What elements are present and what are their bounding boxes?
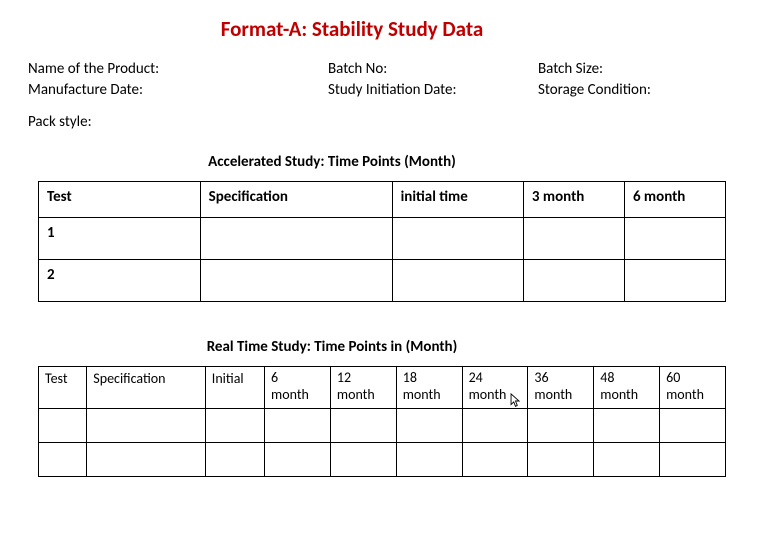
col-header-num: 6 — [271, 370, 324, 387]
cell-36month — [528, 443, 594, 477]
pack-style-label: Pack style: — [28, 113, 736, 131]
col-header-unit: month — [337, 387, 390, 404]
col-header-test: Test — [39, 367, 87, 409]
cell-48month — [594, 409, 660, 443]
accelerated-study-table: Test Specification initial time 3 month … — [38, 181, 726, 302]
cell-spec — [200, 260, 392, 302]
col-header-60month: 60 month — [660, 367, 726, 409]
cell-60month — [660, 443, 726, 477]
col-header-unit: month — [469, 387, 522, 404]
accel-section-title: Accelerated Study: Time Points (Month) — [128, 153, 536, 171]
product-label: Name of the Product: — [28, 60, 328, 78]
col-header-spec: Specification — [200, 182, 392, 218]
col-header-unit: month — [271, 387, 324, 404]
col-header-num: 12 — [337, 370, 390, 387]
col-header-initial: initial time — [392, 182, 523, 218]
col-header-6month: 6 month — [265, 367, 331, 409]
col-header-initial: Initial — [205, 367, 264, 409]
study-init-label: Study Initiation Date: — [328, 81, 538, 99]
col-header-12month: 12 month — [330, 367, 396, 409]
table-header-row: Test Specification Initial 6 month 12 mo… — [39, 367, 726, 409]
col-header-unit: month — [600, 387, 653, 404]
cell-initial — [205, 409, 264, 443]
col-header-test: Test — [39, 182, 201, 218]
mfg-date-label: Manufacture Date: — [28, 81, 328, 99]
col-header-num: 36 — [534, 370, 587, 387]
col-header-num: 18 — [403, 370, 456, 387]
cell-test: 1 — [39, 218, 201, 260]
cell-spec — [200, 218, 392, 260]
cell-test — [39, 409, 87, 443]
cell-initial — [205, 443, 264, 477]
batch-size-label: Batch Size: — [538, 60, 736, 78]
cell-6month — [624, 218, 725, 260]
cell-3month — [523, 260, 624, 302]
cell-test — [39, 443, 87, 477]
cell-spec — [87, 443, 206, 477]
col-header-num: 24 — [469, 370, 522, 387]
cell-24month — [462, 409, 528, 443]
col-header-48month: 48 month — [594, 367, 660, 409]
cell-18month — [396, 443, 462, 477]
col-header-18month: 18 month — [396, 367, 462, 409]
col-header-36month: 36 month — [528, 367, 594, 409]
table-header-row: Test Specification initial time 3 month … — [39, 182, 726, 218]
table-row: 2 — [39, 260, 726, 302]
meta-row-2: Manufacture Date: Study Initiation Date:… — [28, 81, 736, 99]
col-header-unit: month — [403, 387, 456, 404]
col-header-spec: Specification — [87, 367, 206, 409]
cell-6month — [624, 260, 725, 302]
cell-36month — [528, 409, 594, 443]
cell-test: 2 — [39, 260, 201, 302]
col-header-unit: month — [666, 387, 719, 404]
cell-spec — [87, 409, 206, 443]
table-row: 1 — [39, 218, 726, 260]
col-header-6month: 6 month — [624, 182, 725, 218]
storage-label: Storage Condition: — [538, 81, 736, 99]
realtime-section-title: Real Time Study: Time Points in (Month) — [128, 338, 536, 356]
col-header-unit: month — [534, 387, 587, 404]
meta-section: Name of the Product: Batch No: Batch Siz… — [28, 60, 736, 99]
col-header-num: 48 — [600, 370, 653, 387]
cell-initial — [392, 218, 523, 260]
realtime-study-table: Test Specification Initial 6 month 12 mo… — [38, 366, 726, 477]
cell-3month — [523, 218, 624, 260]
cell-18month — [396, 409, 462, 443]
cell-12month — [330, 443, 396, 477]
page-title: Format-A: Stability Study Data — [128, 16, 576, 42]
cell-60month — [660, 409, 726, 443]
meta-row-1: Name of the Product: Batch No: Batch Siz… — [28, 60, 736, 78]
table-row — [39, 409, 726, 443]
col-header-24month: 24 month — [462, 367, 528, 409]
cell-24month — [462, 443, 528, 477]
cell-6month — [265, 409, 331, 443]
cell-48month — [594, 443, 660, 477]
table-row — [39, 443, 726, 477]
col-header-num: 60 — [666, 370, 719, 387]
cell-initial — [392, 260, 523, 302]
cell-6month — [265, 443, 331, 477]
col-header-3month: 3 month — [523, 182, 624, 218]
cell-12month — [330, 409, 396, 443]
batch-no-label: Batch No: — [328, 60, 538, 78]
